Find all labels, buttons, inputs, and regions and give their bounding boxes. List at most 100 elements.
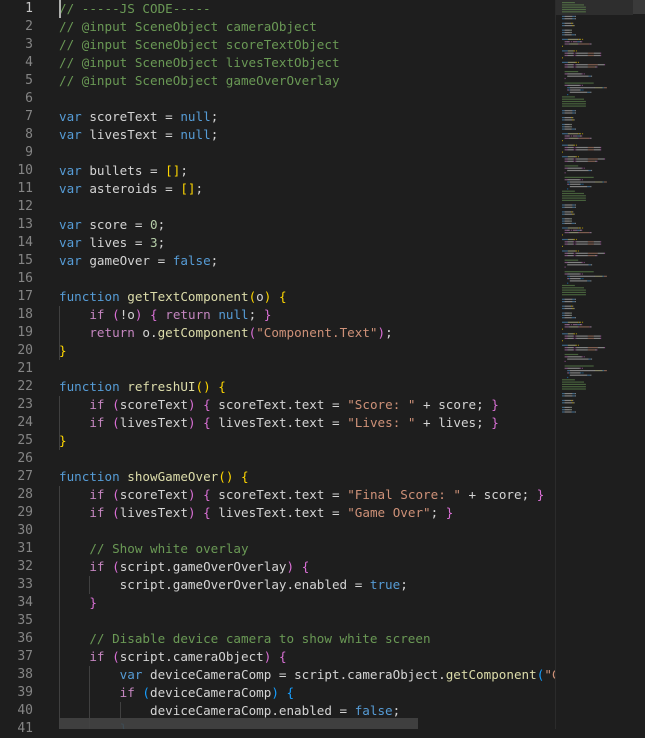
code-line[interactable]: if (scoreText) { scoreText.text = "Score…: [59, 396, 499, 414]
line-number: 21: [17, 361, 33, 376]
code-token: 3: [150, 235, 158, 250]
minimap-token: [564, 312, 570, 314]
minimap-token: [562, 119, 565, 121]
code-editor[interactable]: 1 2 3 4 5 6 7 8 9 10 11 12 13 14 15 16 17 18 19 20 21 22 23 24 2…: [0, 0, 645, 736]
minimap-token: [564, 393, 573, 395]
code-token: getTextComponent: [127, 289, 249, 304]
code-line[interactable]: if (script.gameOverOverlay) {: [59, 558, 309, 576]
minimap-token: [564, 220, 570, 222]
code-line[interactable]: function showGameOver() {: [59, 468, 249, 486]
code-line[interactable]: // @input SceneObject scoreTextObject: [59, 36, 340, 54]
code-line[interactable]: script.gameOverOverlay.enabled = true;: [59, 576, 408, 594]
code-line[interactable]: return o.getComponent("Component.Text");: [59, 324, 392, 342]
minimap-token: [567, 275, 570, 277]
code-token: true: [369, 577, 401, 592]
minimap-token: [570, 278, 581, 280]
minimap-token: [564, 406, 570, 408]
code-line[interactable]: // @input SceneObject gameOverOverlay: [59, 72, 340, 90]
minimap-token: [566, 158, 568, 160]
minimap-token: [564, 172, 566, 174]
horizontal-scrollbar[interactable]: [59, 718, 418, 729]
minimap-token: [573, 52, 575, 54]
minimap-token: [564, 273, 567, 275]
line-number: 35: [17, 613, 33, 628]
minimap-token: [564, 399, 572, 402]
line-number: 33: [17, 577, 33, 592]
minimap-token: [572, 18, 575, 20]
code-token: score =: [89, 217, 151, 232]
code-line[interactable]: var asteroids = [];: [59, 180, 203, 198]
code-line[interactable]: // Show white overlay: [59, 540, 248, 558]
minimap-token: [564, 402, 573, 404]
minimap-token: [574, 395, 576, 397]
code-line[interactable]: if (livesText) { livesText.text = "Game …: [59, 504, 453, 522]
code-line[interactable]: var livesText = null;: [59, 126, 218, 144]
minimap-token: [588, 252, 598, 254]
minimap-token: [588, 169, 592, 172]
minimap-token: [576, 243, 588, 245]
code-line[interactable]: // Disable device camera to show white s…: [59, 630, 430, 648]
code-line[interactable]: if (scoreText) { scoreText.text = "Final…: [59, 486, 544, 504]
minimap-token: [564, 337, 567, 339]
minimap[interactable]: [555, 0, 645, 729]
minimap-token: [566, 149, 568, 151]
code-line[interactable]: // @input SceneObject livesTextObject: [59, 54, 340, 72]
minimap-token: [569, 186, 588, 188]
code-line[interactable]: if (livesText) { livesText.text = "Lives…: [59, 414, 499, 432]
vertical-scrollbar[interactable]: [633, 0, 645, 729]
code-line[interactable]: var bullets = [];: [59, 162, 188, 180]
code-token: {: [203, 415, 211, 430]
minimap-token: [564, 365, 594, 367]
code-token: {: [286, 685, 295, 700]
code-line[interactable]: function getTextComponent(o) {: [59, 288, 287, 306]
minimap-token: [578, 232, 580, 234]
code-line[interactable]: function refreshUI() {: [59, 378, 226, 396]
code-line[interactable]: var gameOver = false;: [59, 252, 218, 270]
code-area[interactable]: // -----JS CODE----- // @input SceneObjec…: [59, 0, 555, 729]
minimap-token: [562, 45, 563, 47]
code-line[interactable]: var score = 0;: [59, 216, 165, 234]
minimap-token: [566, 179, 568, 181]
minimap-token: [566, 73, 568, 75]
minimap-token: [581, 41, 583, 43]
minimap-token: [564, 52, 567, 54]
minimap-token: [576, 149, 588, 151]
minimap-token: [570, 220, 572, 222]
code-line[interactable]: }: [59, 432, 67, 450]
code-line[interactable]: // @input SceneObject cameraObject: [59, 18, 317, 36]
minimap-token: [564, 18, 573, 20]
code-line[interactable]: }: [59, 594, 97, 612]
code-line[interactable]: var lives = 3;: [59, 234, 165, 252]
minimap-token: [576, 146, 588, 149]
code-line[interactable]: if (script.cameraObject) {: [59, 648, 286, 666]
line-number: 18: [17, 307, 33, 322]
minimap-token: [567, 188, 569, 190]
vertical-scrollbar-thumb[interactable]: [633, 0, 645, 14]
code-line[interactable]: var scoreText = null;: [59, 108, 218, 126]
minimap-token: [562, 381, 584, 383]
line-number: 28: [17, 487, 33, 502]
minimap-token: [602, 87, 604, 89]
minimap-token: [573, 144, 575, 146]
minimap-token: [594, 370, 603, 372]
code-token: if: [89, 397, 113, 412]
minimap-token: [566, 160, 568, 162]
code-line[interactable]: var deviceCameraComp = script.cameraObje…: [59, 666, 555, 684]
minimap-token: [564, 222, 572, 224]
code-line[interactable]: // -----JS CODE-----: [59, 0, 211, 18]
minimap-token: [564, 82, 594, 84]
line-number: 38: [17, 667, 33, 682]
code-line[interactable]: if (deviceCameraComp) {: [59, 684, 294, 702]
minimap-token: [568, 229, 570, 231]
minimap-token: [566, 64, 568, 66]
code-line[interactable]: }: [59, 342, 67, 360]
minimap-token: [579, 227, 581, 229]
code-token: var: [59, 235, 90, 250]
minimap-token: [564, 305, 572, 307]
minimap-token: [569, 29, 571, 31]
code-token: // -----JS CODE-----: [59, 1, 211, 16]
code-line[interactable]: if (!o) { return null; }: [59, 306, 271, 324]
